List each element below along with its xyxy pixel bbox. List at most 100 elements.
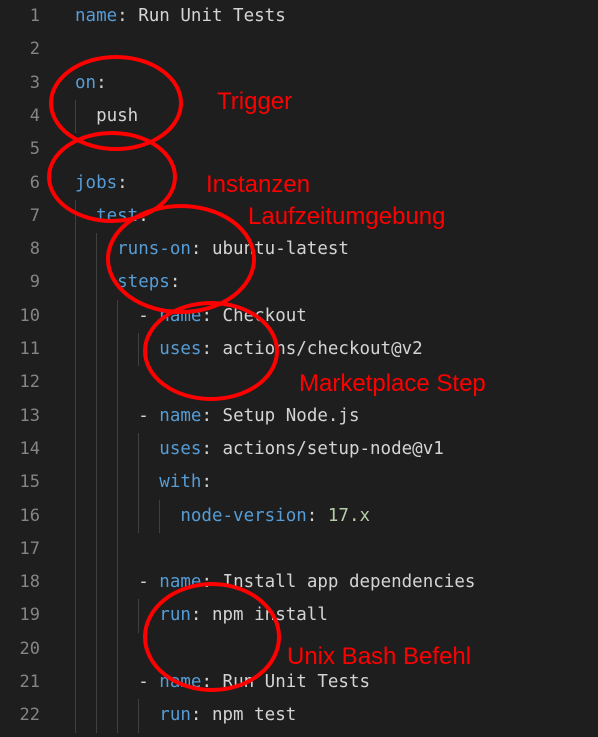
code-text: runs-on: ubuntu-latest xyxy=(75,233,349,266)
code-text: with: xyxy=(75,466,212,499)
code-token: : xyxy=(190,605,212,626)
code-token: : xyxy=(117,6,139,26)
code-token: name xyxy=(159,672,202,692)
line-number: 9 xyxy=(29,272,40,293)
code-text: push xyxy=(75,100,138,133)
line-number: 6 xyxy=(29,172,40,193)
code-line[interactable]: 21 - name: Run Unit Tests xyxy=(0,666,598,699)
line-number: 5 xyxy=(29,139,40,160)
code-line[interactable]: 13 - name: Setup Node.js xyxy=(0,400,598,433)
code-text: node-version: 17.x xyxy=(75,500,370,533)
line-number: 16 xyxy=(19,505,40,526)
code-line[interactable]: 1 name: Run Unit Tests xyxy=(0,0,598,33)
line-number: 22 xyxy=(19,705,40,726)
laufzeitumgebung-label: Laufzeitumgebung xyxy=(248,203,446,230)
unix-label: Unix Bash Befehl xyxy=(287,643,472,670)
code-text: test: xyxy=(75,200,149,233)
code-token: : xyxy=(117,172,128,193)
trigger-label: Trigger xyxy=(217,88,293,115)
code-line[interactable]: 5 xyxy=(0,133,598,166)
line-number: 13 xyxy=(19,405,40,426)
line-number: 4 xyxy=(29,105,40,126)
line-number: 2 xyxy=(29,39,40,60)
code-token: - xyxy=(75,405,160,426)
code-line[interactable]: 16 node-version: 17.x xyxy=(0,500,598,533)
code-text: on: xyxy=(75,67,107,100)
code-line[interactable]: 2 xyxy=(0,33,598,66)
code-token: Setup Node.js xyxy=(222,405,360,426)
code-token: name xyxy=(75,6,118,26)
code-token: ubuntu-latest xyxy=(211,239,349,260)
line-number: 19 xyxy=(19,605,40,626)
code-line[interactable]: 10 - name: Checkout xyxy=(0,300,598,333)
line-number: 10 xyxy=(19,305,40,326)
code-line[interactable]: 3 on: xyxy=(0,67,598,100)
code-token: actions/setup-node@v1 xyxy=(222,438,444,459)
code-token: uses xyxy=(75,438,202,459)
code-line[interactable]: 17 xyxy=(0,533,598,566)
code-line[interactable]: 15 with: xyxy=(0,466,598,499)
code-token: name xyxy=(159,405,202,426)
code-text: - name: Setup Node.js xyxy=(75,400,360,433)
code-token: : xyxy=(190,705,212,726)
code-line[interactable]: 18 - name: Install app dependencies xyxy=(0,566,598,599)
code-line[interactable]: 11 uses: actions/checkout@v2 xyxy=(0,333,598,366)
code-text: - name: Run Unit Tests xyxy=(75,666,370,699)
code-text: uses: actions/setup-node@v1 xyxy=(75,433,444,466)
instanzen-label: Instanzen xyxy=(206,171,311,198)
line-number: 20 xyxy=(19,638,40,659)
code-line[interactable]: 8 runs-on: ubuntu-latest xyxy=(0,233,598,266)
code-token: test xyxy=(75,205,139,226)
marketplace-label: Marketplace Step xyxy=(299,370,486,397)
code-token: Checkout xyxy=(222,305,307,326)
code-token: : xyxy=(201,405,223,426)
code-editor[interactable]: 1 name: Run Unit Tests 2 3 on: 4 push 5 6 jobs: 7… xyxy=(0,0,598,737)
code-token: on xyxy=(75,72,97,93)
line-number: 11 xyxy=(19,339,40,359)
code-token: : xyxy=(306,505,328,526)
code-text: - name: Install app dependencies xyxy=(75,566,475,599)
code-token: npm test xyxy=(211,705,297,726)
code-token: Run Unit Tests xyxy=(222,672,371,692)
line-number: 21 xyxy=(19,672,40,692)
code-token: steps xyxy=(75,272,170,293)
code-token: Run Unit Tests xyxy=(138,6,286,26)
code-token: with xyxy=(75,472,202,493)
code-line[interactable]: 4 push xyxy=(0,100,598,133)
code-line[interactable]: 9 steps: xyxy=(0,266,598,299)
line-number: 3 xyxy=(29,72,40,93)
code-token: runs-on xyxy=(75,239,191,260)
code-token: : xyxy=(190,239,212,260)
code-token: : xyxy=(201,438,223,459)
code-token: : xyxy=(201,572,223,593)
code-token: name xyxy=(159,572,202,593)
code-token: push xyxy=(75,105,139,126)
code-token: actions/checkout@v2 xyxy=(222,339,423,359)
code-text: run: npm install xyxy=(75,599,328,632)
code-token: - xyxy=(75,572,160,593)
line-number: 15 xyxy=(19,472,40,493)
line-number: 17 xyxy=(19,538,40,559)
code-text: steps: xyxy=(75,266,180,299)
code-text: name: Run Unit Tests xyxy=(75,0,286,33)
code-line[interactable]: 22 run: npm test xyxy=(0,699,598,732)
line-number: 14 xyxy=(19,438,40,459)
line-number: 18 xyxy=(19,572,40,593)
code-token: run xyxy=(75,705,191,726)
code-token: : xyxy=(201,672,223,692)
code-token: - xyxy=(75,672,160,692)
line-number: 1 xyxy=(29,6,40,26)
code-token: jobs xyxy=(75,172,118,193)
code-token: 17.x xyxy=(327,505,371,526)
code-token: uses xyxy=(75,339,202,359)
code-line[interactable]: 14 uses: actions/setup-node@v1 xyxy=(0,433,598,466)
code-token: run xyxy=(75,605,191,626)
code-token: : xyxy=(201,305,223,326)
code-token: npm install xyxy=(211,605,328,626)
line-number: 7 xyxy=(29,205,40,226)
code-line[interactable]: 19 run: npm install xyxy=(0,599,598,632)
code-text: uses: actions/checkout@v2 xyxy=(75,333,423,366)
code-token: : xyxy=(138,205,149,226)
code-token: : xyxy=(201,472,212,493)
code-token: node-version xyxy=(75,505,307,526)
